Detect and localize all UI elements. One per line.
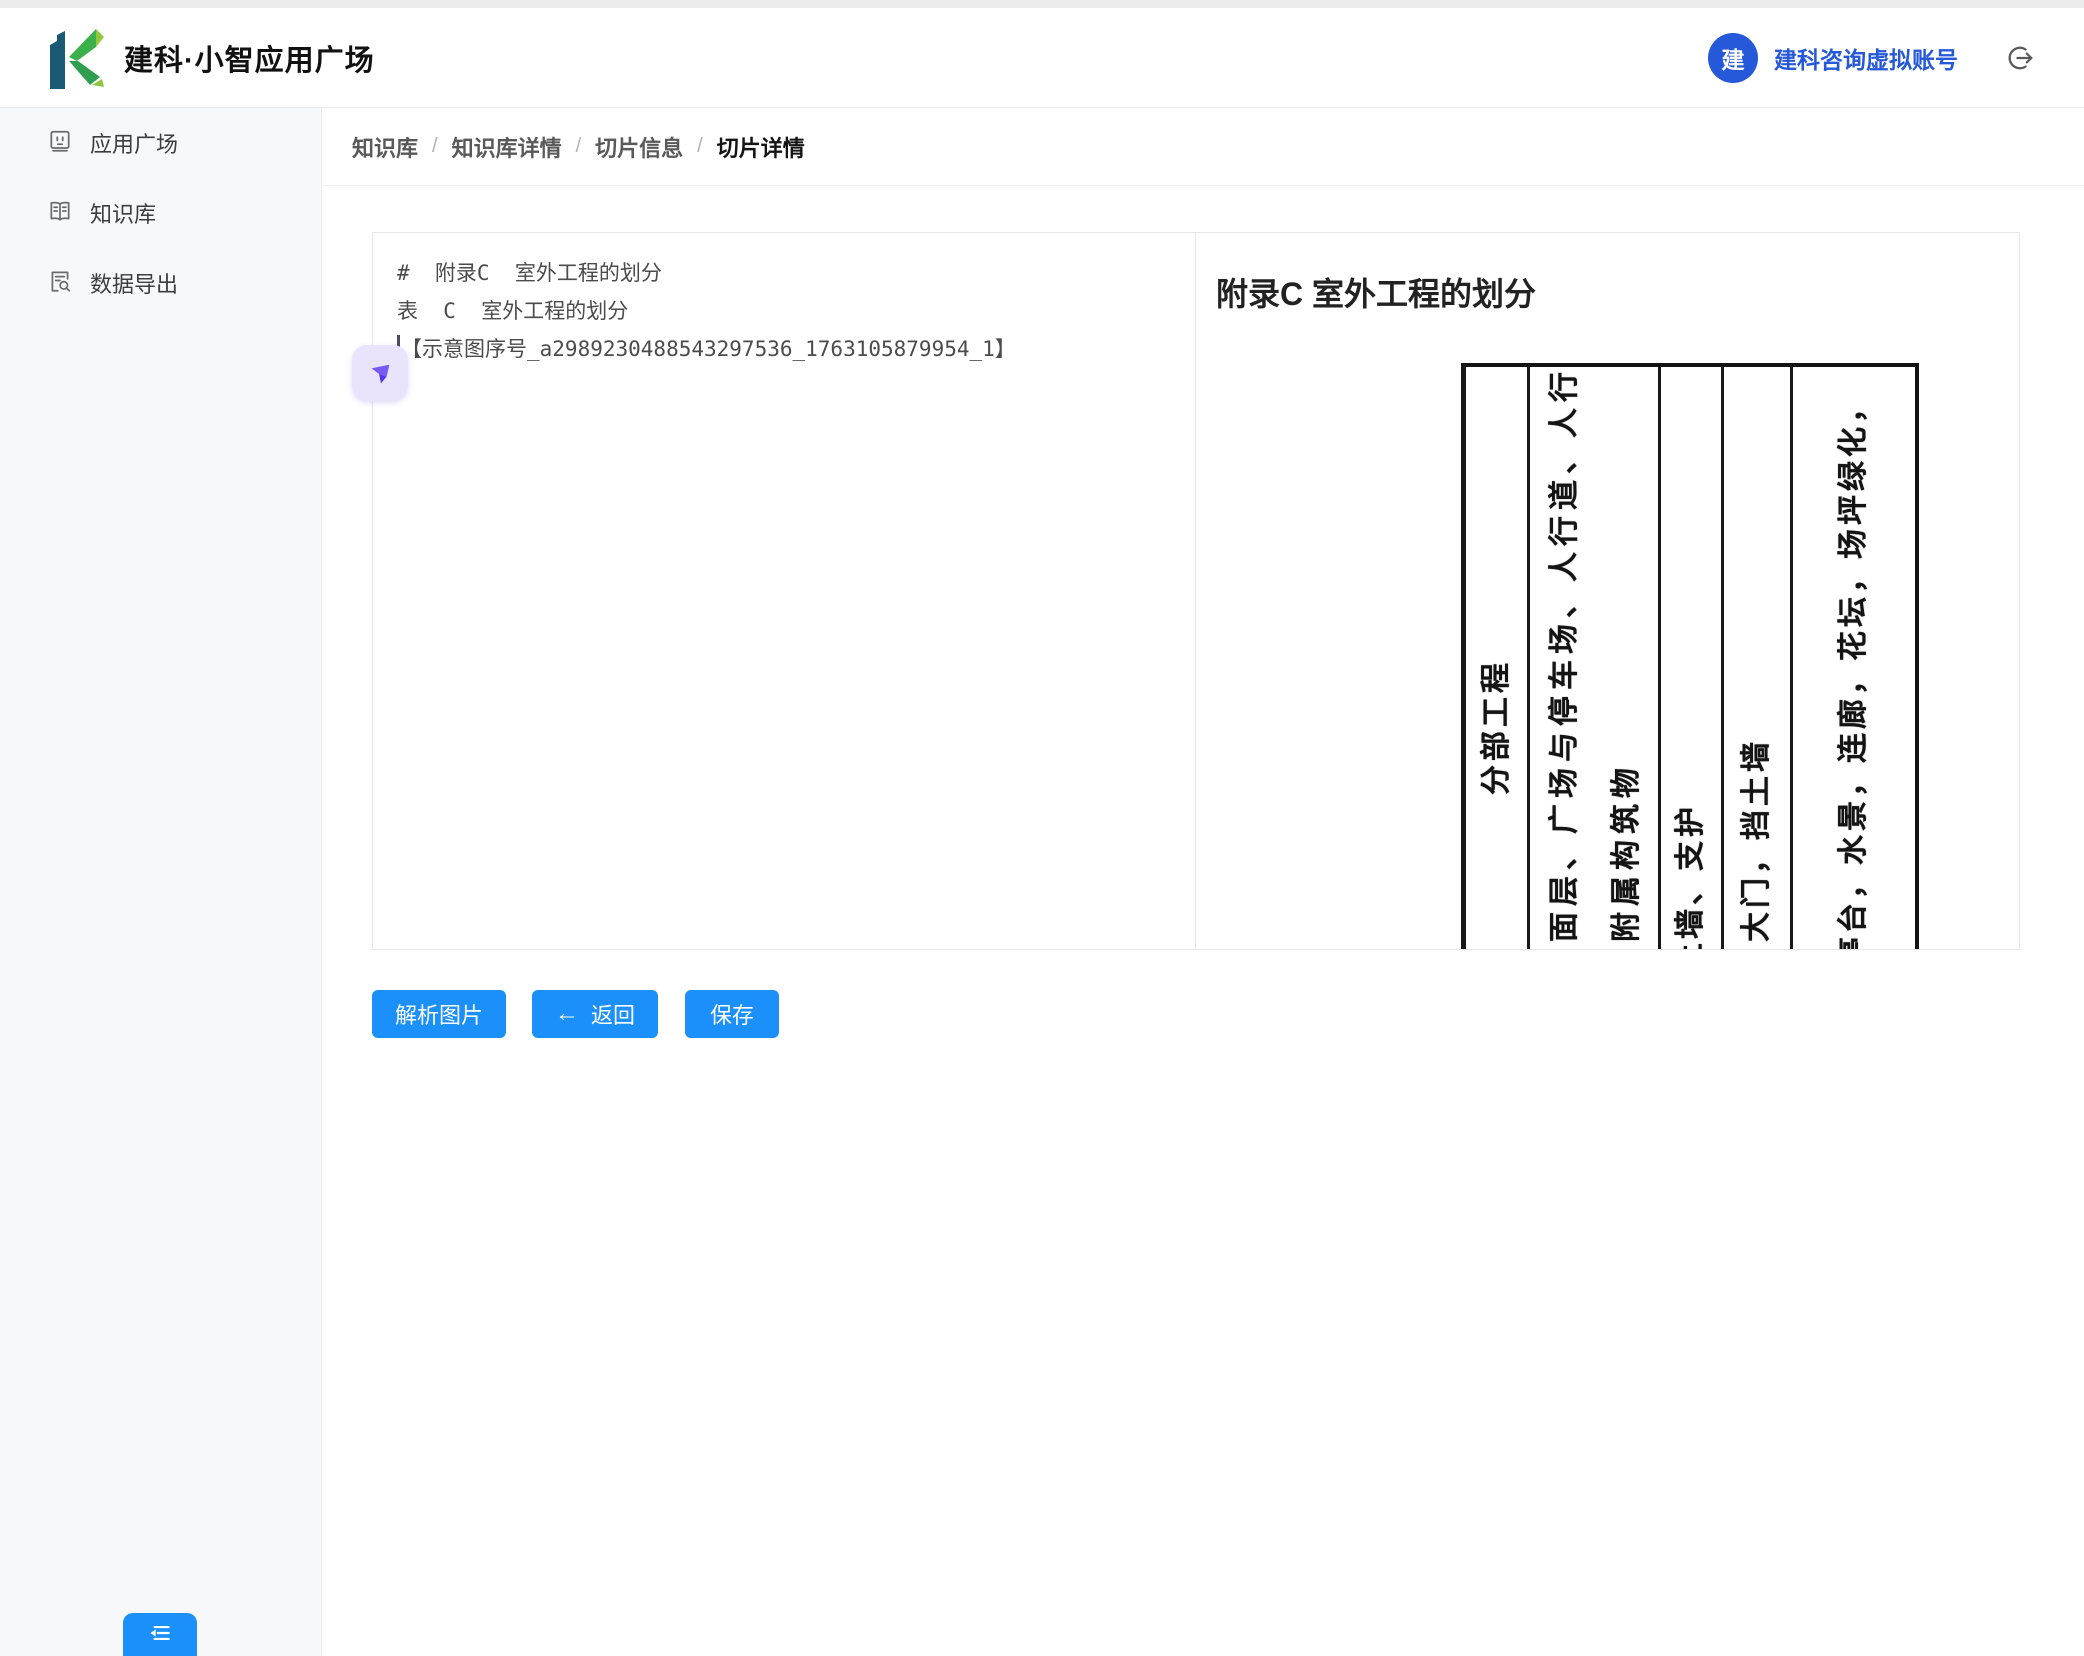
avatar[interactable]: 建	[1708, 33, 1758, 83]
translate-extension-icon[interactable]	[352, 345, 408, 401]
scan-col-text: 挡土墙、支护	[1661, 367, 1721, 949]
app-title: 建科·小智应用广场	[124, 37, 375, 79]
breadcrumb: 知识库 / 知识库详情 / 切片信息 / 切片详情	[322, 108, 2084, 186]
parse-image-button[interactable]: 解析图片	[372, 990, 506, 1038]
sidebar-item-knowledge-base[interactable]: 知识库	[0, 178, 321, 248]
markdown-preview: 附录C 室外工程的划分 分部工程 面层、广场与停车场、人行道、人行 附属	[1196, 233, 2019, 949]
action-bar: 解析图片 ← 返回 保存	[372, 990, 2084, 1038]
back-button[interactable]: ← 返回	[532, 990, 658, 1038]
editor-line: 表 C 室外工程的划分	[397, 292, 1171, 330]
account-name: 建科咨询虚拟账号	[1774, 41, 1958, 75]
breadcrumb-item[interactable]: 知识库	[352, 131, 418, 163]
data-export-icon	[47, 268, 73, 299]
sidebar-item-label: 应用广场	[90, 127, 178, 159]
preview-title: 附录C 室外工程的划分	[1196, 233, 2019, 315]
save-button[interactable]: 保存	[685, 990, 779, 1038]
app-logo-icon	[46, 21, 108, 94]
sidebar-item-data-export[interactable]: 数据导出	[0, 248, 321, 318]
window-top-edge	[0, 0, 2084, 8]
editor-line: # 附录C 室外工程的划分	[397, 254, 1171, 292]
scan-col-text: 分部工程	[1466, 367, 1527, 949]
scan-col-text: 面层、广场与停车场、人行道、人行	[1530, 367, 1596, 949]
slice-detail-panel: # 附录C 室外工程的划分 表 C 室外工程的划分 【示意图序号_a298923…	[372, 232, 2020, 950]
brand: 建科·小智应用广场	[46, 21, 375, 94]
scanned-table-image: 分部工程 面层、广场与停车场、人行道、人行 附属构筑物	[1461, 363, 1919, 949]
app-root: 建科·小智应用广场 建 建科咨询虚拟账号	[0, 0, 2084, 1656]
breadcrumb-current: 切片详情	[717, 131, 805, 163]
back-arrow-icon: ←	[555, 1002, 579, 1026]
sidebar: 应用广场 知识库	[0, 108, 322, 1656]
sidebar-item-label: 数据导出	[90, 267, 178, 299]
editor-line: 【示意图序号_a2989230488543297536_176310587995…	[397, 330, 1171, 368]
breadcrumb-item[interactable]: 知识库详情	[452, 131, 562, 163]
app-plaza-icon	[47, 128, 73, 159]
scan-col-text: 附属构筑物	[1596, 367, 1658, 949]
editor-line-text: 【示意图序号_a2989230488543297536_176310587995…	[401, 337, 1016, 361]
breadcrumb-item[interactable]: 切片信息	[595, 131, 683, 163]
header: 建科·小智应用广场 建 建科咨询虚拟账号	[0, 8, 2084, 108]
scan-col-text: 亭台，水景，连廊，花坛，场坪绿化，	[1793, 367, 1915, 949]
breadcrumb-separator: /	[697, 135, 703, 158]
breadcrumb-separator: /	[432, 135, 438, 158]
account-chip[interactable]: 建 建科咨询虚拟账号	[1708, 33, 1958, 83]
markdown-editor[interactable]: # 附录C 室外工程的划分 表 C 室外工程的划分 【示意图序号_a298923…	[373, 233, 1196, 949]
main-area: 知识库 / 知识库详情 / 切片信息 / 切片详情 # 附录C 室外工程的划分 …	[322, 108, 2084, 1656]
sidebar-item-label: 知识库	[90, 197, 156, 229]
back-button-label: 返回	[591, 998, 635, 1030]
breadcrumb-separator: /	[576, 135, 582, 158]
collapse-sidebar-icon	[147, 1620, 173, 1649]
logout-icon[interactable]	[2002, 40, 2038, 76]
knowledge-base-icon	[47, 198, 73, 229]
scan-col-text: 大门，挡土墙	[1724, 367, 1790, 949]
collapse-sidebar-button[interactable]	[123, 1613, 197, 1656]
sidebar-item-app-plaza[interactable]: 应用广场	[0, 108, 321, 178]
